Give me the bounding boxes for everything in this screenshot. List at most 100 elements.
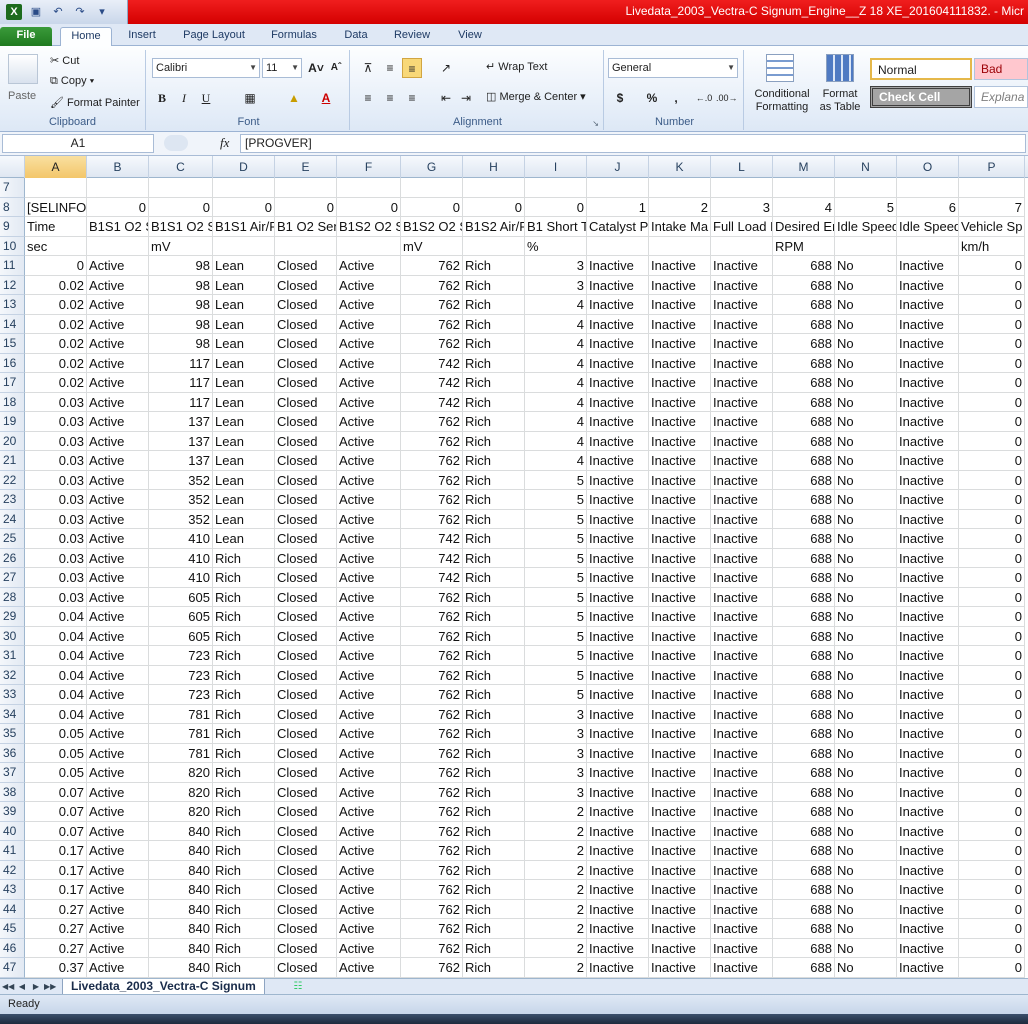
cell-b44[interactable]: Active bbox=[87, 899, 149, 919]
cell-i38[interactable]: 3 bbox=[525, 782, 587, 802]
cell-c23[interactable]: 352 bbox=[149, 490, 213, 510]
cell-j14[interactable]: Inactive bbox=[587, 314, 649, 334]
increase-indent-icon[interactable]: ⇥ bbox=[456, 88, 476, 108]
cell-g31[interactable]: 762 bbox=[401, 646, 463, 666]
cell-b34[interactable]: Active bbox=[87, 704, 149, 724]
cell-p12[interactable]: 0 bbox=[959, 275, 1025, 295]
cell-k45[interactable]: Inactive bbox=[649, 919, 711, 939]
cell-o19[interactable]: Inactive bbox=[897, 412, 959, 432]
cell-j25[interactable]: Inactive bbox=[587, 529, 649, 549]
cell-i32[interactable]: 5 bbox=[525, 665, 587, 685]
cell-p17[interactable]: 0 bbox=[959, 373, 1025, 393]
cell-b46[interactable]: Active bbox=[87, 938, 149, 958]
cell-e28[interactable]: Closed bbox=[275, 587, 337, 607]
cell-h12[interactable]: Rich bbox=[463, 275, 525, 295]
fill-color-icon[interactable]: ▲ bbox=[284, 88, 304, 108]
cell-i17[interactable]: 4 bbox=[525, 373, 587, 393]
cell-k31[interactable]: Inactive bbox=[649, 646, 711, 666]
cell-b15[interactable]: Active bbox=[87, 334, 149, 354]
cell-c36[interactable]: 781 bbox=[149, 743, 213, 763]
cell-m11[interactable]: 688 bbox=[773, 256, 835, 276]
cell-i24[interactable]: 5 bbox=[525, 509, 587, 529]
cell-j42[interactable]: Inactive bbox=[587, 860, 649, 880]
cell-e11[interactable]: Closed bbox=[275, 256, 337, 276]
column-header-n[interactable]: N bbox=[835, 156, 897, 178]
cell-a18[interactable]: 0.03 bbox=[25, 392, 87, 412]
cell-h36[interactable]: Rich bbox=[463, 743, 525, 763]
cell-f42[interactable]: Active bbox=[337, 860, 401, 880]
cell-j37[interactable]: Inactive bbox=[587, 763, 649, 783]
cell-h40[interactable]: Rich bbox=[463, 821, 525, 841]
cell-o34[interactable]: Inactive bbox=[897, 704, 959, 724]
paste-button[interactable]: Paste bbox=[8, 90, 36, 102]
cell-m26[interactable]: 688 bbox=[773, 548, 835, 568]
cell-h11[interactable]: Rich bbox=[463, 256, 525, 276]
cell-f26[interactable]: Active bbox=[337, 548, 401, 568]
cell-g11[interactable]: 762 bbox=[401, 256, 463, 276]
redo-icon[interactable]: ↷ bbox=[72, 4, 88, 20]
cell-o40[interactable]: Inactive bbox=[897, 821, 959, 841]
cell-p16[interactable]: 0 bbox=[959, 353, 1025, 373]
cell-o33[interactable]: Inactive bbox=[897, 685, 959, 705]
cell-p37[interactable]: 0 bbox=[959, 763, 1025, 783]
cell-m32[interactable]: 688 bbox=[773, 665, 835, 685]
cell-b9[interactable]: B1S1 O2 Se bbox=[87, 217, 149, 237]
cell-d24[interactable]: Lean bbox=[213, 509, 275, 529]
cell-j10[interactable] bbox=[587, 236, 649, 256]
cell-l43[interactable]: Inactive bbox=[711, 880, 773, 900]
cell-c11[interactable]: 98 bbox=[149, 256, 213, 276]
cell-g16[interactable]: 742 bbox=[401, 353, 463, 373]
cell-b16[interactable]: Active bbox=[87, 353, 149, 373]
cell-n12[interactable]: No bbox=[835, 275, 897, 295]
cell-c47[interactable]: 840 bbox=[149, 958, 213, 978]
cell-k24[interactable]: Inactive bbox=[649, 509, 711, 529]
cell-n31[interactable]: No bbox=[835, 646, 897, 666]
column-header-h[interactable]: H bbox=[463, 156, 525, 178]
cell-m21[interactable]: 688 bbox=[773, 451, 835, 471]
cell-n14[interactable]: No bbox=[835, 314, 897, 334]
cell-f38[interactable]: Active bbox=[337, 782, 401, 802]
cell-f41[interactable]: Active bbox=[337, 841, 401, 861]
cell-d25[interactable]: Lean bbox=[213, 529, 275, 549]
cell-h47[interactable]: Rich bbox=[463, 958, 525, 978]
cell-e9[interactable]: B1 O2 Sen bbox=[275, 217, 337, 237]
wrap-text-button[interactable]: ↵ Wrap Text bbox=[486, 60, 547, 73]
tab-review[interactable]: Review bbox=[386, 27, 438, 46]
shrink-font-icon[interactable]: Aˆ bbox=[326, 58, 346, 78]
cell-j22[interactable]: Inactive bbox=[587, 470, 649, 490]
cell-d27[interactable]: Rich bbox=[213, 568, 275, 588]
cell-k33[interactable]: Inactive bbox=[649, 685, 711, 705]
cell-n20[interactable]: No bbox=[835, 431, 897, 451]
row-header[interactable]: 11 bbox=[0, 256, 25, 276]
cell-n25[interactable]: No bbox=[835, 529, 897, 549]
cell-a30[interactable]: 0.04 bbox=[25, 626, 87, 646]
cell-m14[interactable]: 688 bbox=[773, 314, 835, 334]
cell-l17[interactable]: Inactive bbox=[711, 373, 773, 393]
cell-h23[interactable]: Rich bbox=[463, 490, 525, 510]
cell-k32[interactable]: Inactive bbox=[649, 665, 711, 685]
cell-g15[interactable]: 762 bbox=[401, 334, 463, 354]
cell-e42[interactable]: Closed bbox=[275, 860, 337, 880]
cell-m31[interactable]: 688 bbox=[773, 646, 835, 666]
row-header[interactable]: 38 bbox=[0, 782, 25, 802]
cell-b43[interactable]: Active bbox=[87, 880, 149, 900]
cell-p44[interactable]: 0 bbox=[959, 899, 1025, 919]
cell-p38[interactable]: 0 bbox=[959, 782, 1025, 802]
column-header-g[interactable]: G bbox=[401, 156, 463, 178]
cell-f32[interactable]: Active bbox=[337, 665, 401, 685]
cell-f40[interactable]: Active bbox=[337, 821, 401, 841]
cell-g8[interactable]: 0 bbox=[401, 197, 463, 217]
cell-i16[interactable]: 4 bbox=[525, 353, 587, 373]
cell-o31[interactable]: Inactive bbox=[897, 646, 959, 666]
cell-k42[interactable]: Inactive bbox=[649, 860, 711, 880]
cell-g22[interactable]: 762 bbox=[401, 470, 463, 490]
cell-e23[interactable]: Closed bbox=[275, 490, 337, 510]
cell-a33[interactable]: 0.04 bbox=[25, 685, 87, 705]
cell-b40[interactable]: Active bbox=[87, 821, 149, 841]
cell-h20[interactable]: Rich bbox=[463, 431, 525, 451]
cell-j44[interactable]: Inactive bbox=[587, 899, 649, 919]
align-left-icon[interactable]: ≡ bbox=[358, 88, 378, 108]
cell-o25[interactable]: Inactive bbox=[897, 529, 959, 549]
column-header-e[interactable]: E bbox=[275, 156, 337, 178]
cell-k21[interactable]: Inactive bbox=[649, 451, 711, 471]
